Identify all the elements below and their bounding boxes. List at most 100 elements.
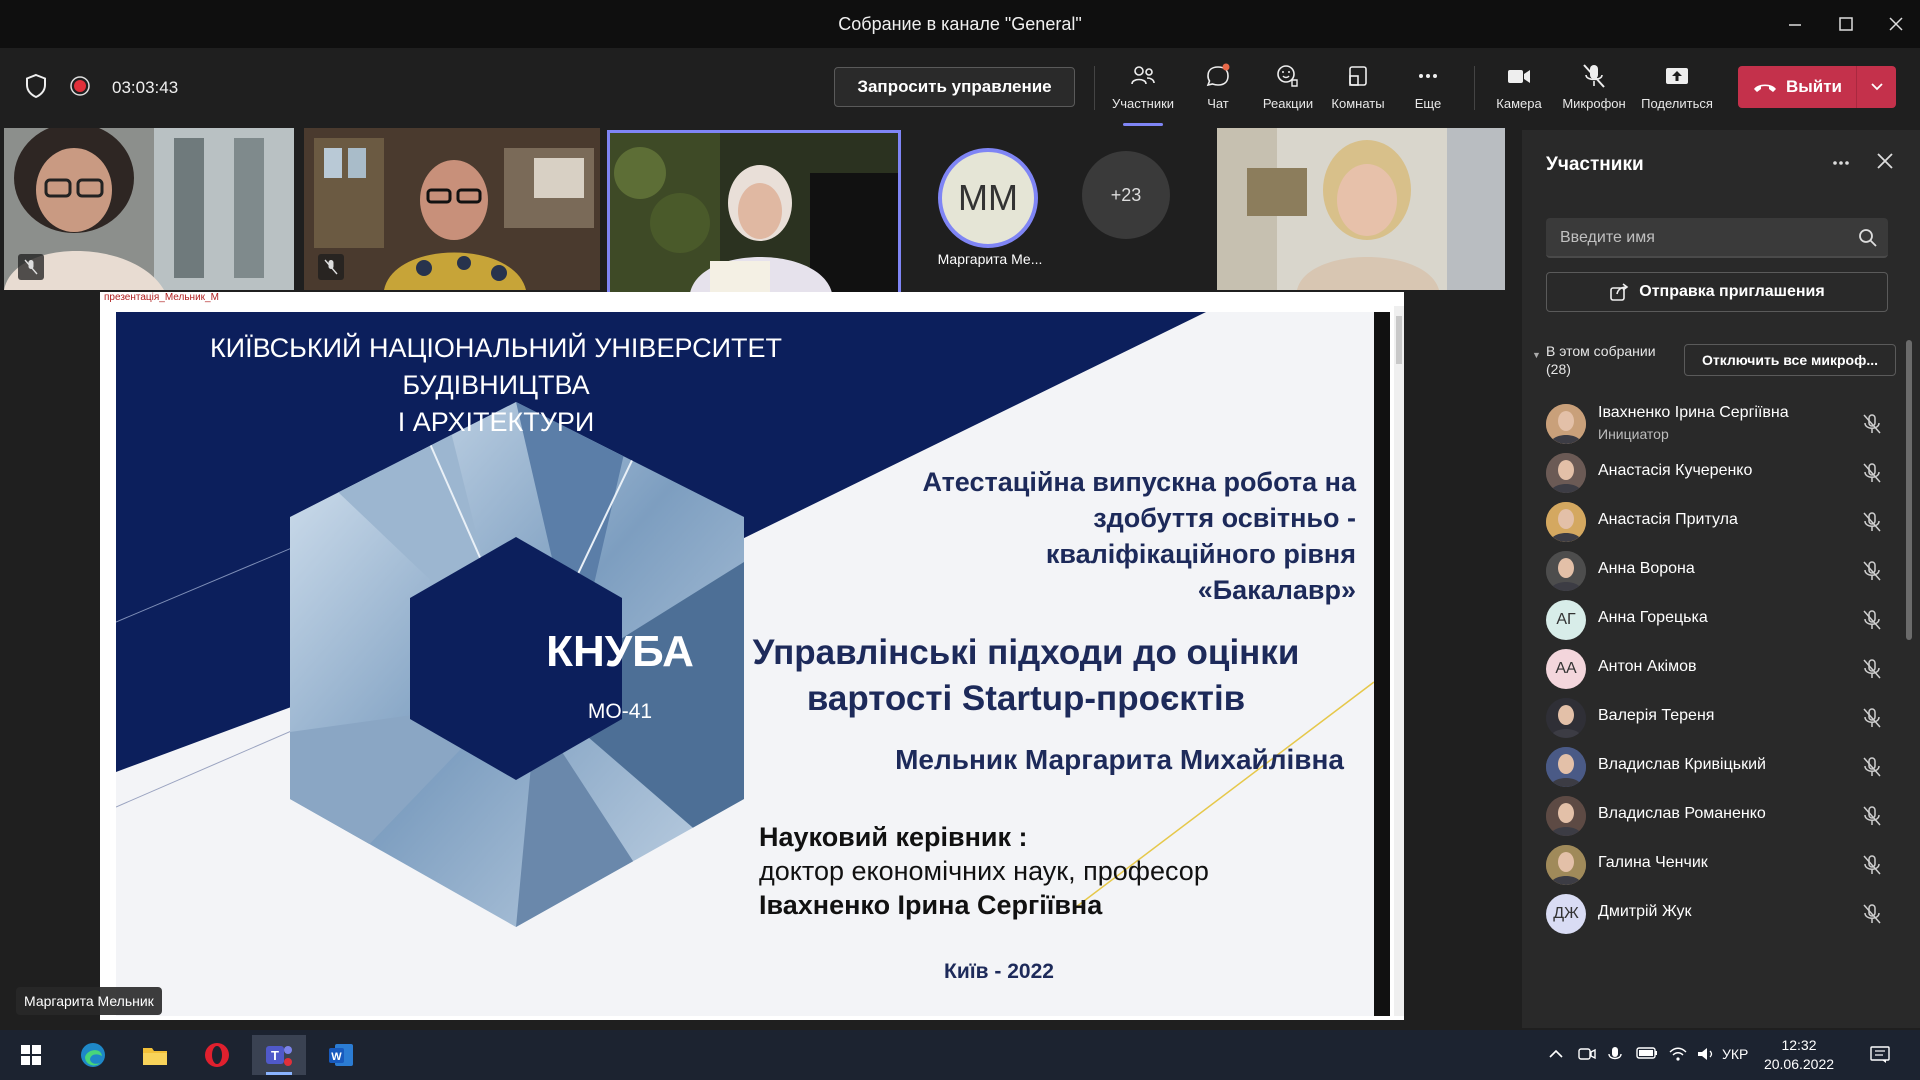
participant-row[interactable]: ДЖ Дмитрій Жук: [1546, 890, 1886, 938]
participant-row[interactable]: Владислав Романенко: [1546, 792, 1886, 840]
camera-button[interactable]: Камера: [1479, 60, 1559, 122]
supervisor-heading: Науковий керівник :: [759, 822, 1028, 852]
participants-button[interactable]: Участники: [1103, 60, 1183, 126]
participant-row[interactable]: Галина Ченчик: [1546, 841, 1886, 889]
windows-taskbar: T W УКР 12:32 20.06.2022: [0, 1030, 1920, 1080]
more-participants-button[interactable]: +23: [1082, 151, 1170, 239]
tray-battery-icon[interactable]: [1636, 1046, 1658, 1063]
taskbar-app-edge[interactable]: [66, 1035, 120, 1075]
participant-name: Анна Ворона: [1598, 560, 1695, 577]
tray-meet-now-icon[interactable]: [1578, 1046, 1596, 1065]
notifications-icon[interactable]: [1870, 1046, 1890, 1067]
mic-off-icon[interactable]: [1862, 462, 1882, 489]
participant-row[interactable]: Анастасія Кучеренко: [1546, 449, 1886, 497]
slide-edge: [1374, 312, 1390, 1016]
tray-language[interactable]: УКР: [1722, 1046, 1748, 1062]
tray-volume-icon[interactable]: [1696, 1046, 1716, 1065]
rooms-button[interactable]: Комнаты: [1318, 60, 1398, 122]
section-count: (28): [1546, 361, 1571, 377]
participant-name: Галина Ченчик: [1598, 854, 1708, 871]
svg-text:W: W: [331, 1051, 342, 1063]
chevron-down-icon: ▼: [1532, 350, 1541, 360]
mic-off-icon[interactable]: [1862, 413, 1882, 440]
word-icon: W: [329, 1044, 353, 1066]
university-line-2: І АРХІТЕКТУРИ: [397, 407, 595, 437]
mic-off-icon[interactable]: [1862, 756, 1882, 783]
supervisor-name: Івахненко Ірина Сергіївна: [759, 890, 1103, 920]
video-tile-active-speaker[interactable]: [607, 130, 901, 296]
shared-document-tab: презентація_Мельник_М: [104, 292, 219, 303]
muted-badge: [318, 254, 344, 280]
recording-indicator-icon: [66, 72, 94, 100]
attestation-text: Атестаційна випускна робота на здобуття …: [796, 464, 1356, 608]
chat-button[interactable]: Чат: [1178, 60, 1258, 122]
city-year: Київ - 2022: [944, 960, 1054, 983]
share-button[interactable]: Поделиться: [1637, 60, 1717, 122]
panel-close-button[interactable]: [1874, 150, 1896, 172]
tray-microphone-icon[interactable]: [1608, 1046, 1622, 1067]
taskbar-app-word[interactable]: W: [314, 1035, 368, 1075]
toolbar-divider: [1094, 66, 1095, 110]
mute-all-button[interactable]: Отключить все микроф...: [1684, 344, 1896, 376]
tray-wifi-icon[interactable]: [1668, 1046, 1688, 1065]
video-tile-participant-1[interactable]: [4, 128, 294, 290]
participant-row[interactable]: Анастасія Притула: [1546, 498, 1886, 546]
video-tile-participant-2[interactable]: [304, 128, 600, 290]
leave-button-group: Выйти: [1738, 66, 1896, 108]
clock-date: 20.06.2022: [1763, 1056, 1835, 1072]
shared-scrollbar: [1394, 306, 1404, 1016]
participant-row[interactable]: Анна Ворона: [1546, 547, 1886, 595]
mic-off-icon[interactable]: [1862, 854, 1882, 881]
participant-name: Владислав Романенко: [1598, 805, 1766, 822]
participant-row[interactable]: Владислав Кривіцький: [1546, 743, 1886, 791]
mic-off-icon[interactable]: [1862, 511, 1882, 538]
share-icon: [1666, 68, 1688, 84]
request-control-button[interactable]: Запросить управление: [834, 67, 1075, 107]
attestation-line: Атестаційна випускна робота на: [922, 467, 1356, 497]
mic-off-icon[interactable]: [1862, 903, 1882, 930]
microphone-button[interactable]: Микрофон: [1554, 60, 1634, 122]
more-actions-button[interactable]: Еще: [1388, 60, 1468, 122]
panel-more-options-button[interactable]: [1830, 152, 1852, 180]
section-header[interactable]: ▼ В этом собрании (28): [1532, 342, 1656, 378]
minimize-button[interactable]: [1775, 8, 1815, 40]
mic-off-icon[interactable]: [1862, 609, 1882, 636]
mic-off-icon[interactable]: [1862, 658, 1882, 685]
send-invite-button[interactable]: Отправка приглашения: [1546, 272, 1888, 312]
mic-off-icon[interactable]: [1862, 707, 1882, 734]
topic-line: вартості Startup-проєктів: [806, 679, 1246, 718]
svg-text:T: T: [271, 1048, 279, 1063]
share-label: Поделиться: [1641, 96, 1713, 111]
edge-icon: [81, 1043, 105, 1067]
participant-row[interactable]: АА Антон Акімов: [1546, 645, 1886, 693]
participant-row[interactable]: Івахненко Ірина Сергіївна Инициатор: [1546, 400, 1886, 448]
search-placeholder: Введите имя: [1560, 229, 1655, 246]
hang-up-icon: [1753, 84, 1776, 92]
taskbar-app-opera[interactable]: [190, 1035, 244, 1075]
close-window-button[interactable]: [1876, 8, 1916, 40]
mic-off-icon[interactable]: [1862, 805, 1882, 832]
leave-options-button[interactable]: [1857, 82, 1896, 92]
taskbar-app-explorer[interactable]: [128, 1035, 182, 1075]
taskbar-app-teams[interactable]: T: [252, 1035, 306, 1075]
avatar[interactable]: ММ: [938, 148, 1038, 248]
reactions-button[interactable]: Реакции: [1248, 60, 1328, 122]
teams-icon: T: [266, 1046, 292, 1066]
video-tile-participant-4[interactable]: [1217, 128, 1505, 290]
leave-button[interactable]: Выйти: [1738, 66, 1856, 108]
more-icon: [1833, 161, 1849, 165]
maximize-button[interactable]: [1826, 8, 1866, 40]
microphone-label: Микрофон: [1562, 96, 1626, 111]
participant-search-input[interactable]: Введите имя: [1546, 218, 1888, 258]
reactions-icon: [1277, 65, 1298, 87]
participant-name: Антон Акімов: [1598, 658, 1697, 675]
mic-off-icon[interactable]: [1862, 560, 1882, 587]
participant-row[interactable]: Валерія Тереня: [1546, 694, 1886, 742]
panel-scrollbar[interactable]: [1906, 340, 1912, 640]
start-button[interactable]: [4, 1035, 58, 1075]
participant-role: Инициатор: [1598, 426, 1669, 442]
taskbar-clock[interactable]: 12:32 20.06.2022: [1754, 1036, 1844, 1074]
participant-row[interactable]: АГ Анна Горецька: [1546, 596, 1886, 644]
meeting-info-shield-icon[interactable]: [22, 72, 50, 100]
tray-chevron-up-icon[interactable]: [1548, 1046, 1564, 1065]
